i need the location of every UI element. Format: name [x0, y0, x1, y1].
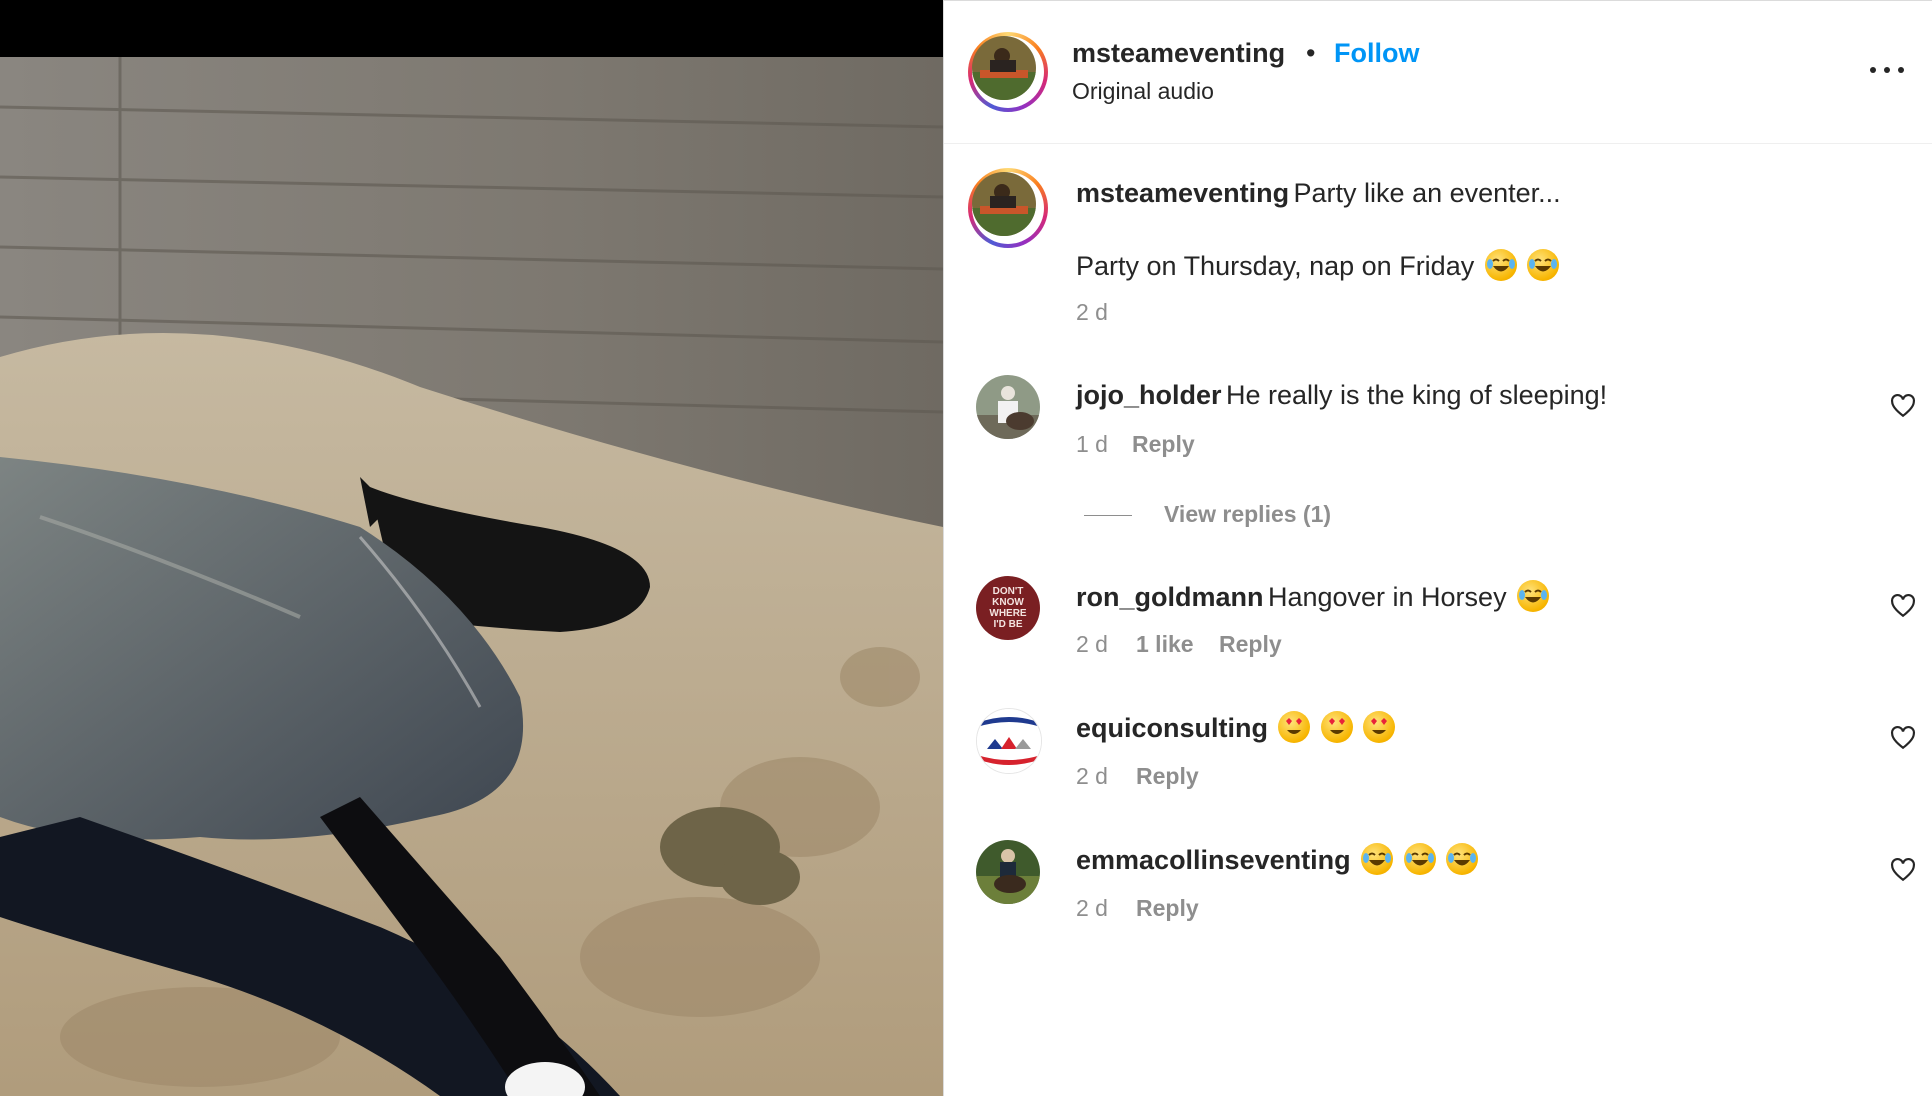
comment-text: He really is the king of sleeping! [1225, 380, 1608, 410]
heart-eyes-emoji-icon [1363, 711, 1396, 743]
caption-username[interactable]: msteameventing [1076, 178, 1289, 208]
caption-author-avatar[interactable] [968, 168, 1048, 248]
caption-text-line2: Party on Thursday, nap on Friday [1076, 251, 1475, 281]
audio-label[interactable]: Original audio [1072, 78, 1214, 105]
commenter-avatar[interactable] [976, 375, 1040, 439]
like-heart-icon[interactable] [1890, 393, 1916, 419]
post-header: msteameventing • Follow Original audio [944, 0, 1932, 144]
heart-eyes-emoji-icon [1320, 711, 1353, 743]
like-heart-icon[interactable] [1890, 593, 1916, 619]
view-replies-line [1084, 515, 1132, 516]
avatar-logo-text: DON'T KNOW WHERE I'D BE [989, 586, 1027, 630]
comment-username[interactable]: equiconsulting [1076, 713, 1268, 743]
tears-of-joy-emoji-icon [1484, 249, 1517, 281]
caption-timestamp[interactable]: 2 d [1076, 299, 1108, 326]
video-frame [0, 57, 943, 1096]
comment-time[interactable]: 2 d [1076, 763, 1108, 790]
commenter-avatar[interactable]: DON'T KNOW WHERE I'D BE [976, 576, 1040, 640]
comment-time[interactable]: 2 d [1076, 895, 1108, 922]
comment-username[interactable]: emmacollinseventing [1076, 845, 1351, 875]
commenter-avatar[interactable] [976, 708, 1042, 774]
comment-time[interactable]: 2 d [1076, 631, 1108, 658]
post-side-panel: msteameventing • Follow Original audio m… [944, 0, 1932, 1096]
reply-button[interactable]: Reply [1219, 631, 1282, 658]
view-replies-button[interactable]: View replies (1) [1164, 501, 1331, 528]
tears-of-joy-emoji-icon [1527, 249, 1560, 281]
author-avatar-image [972, 36, 1036, 100]
comment-username[interactable]: jojo_holder [1076, 380, 1222, 410]
heart-eyes-emoji-icon [1278, 711, 1311, 743]
commenter-avatar[interactable] [976, 840, 1040, 904]
header-separator: • [1306, 38, 1316, 68]
caption-avatar-image [972, 172, 1036, 236]
reply-button[interactable]: Reply [1136, 763, 1199, 790]
tears-of-joy-emoji-icon [1445, 843, 1478, 875]
author-avatar[interactable] [968, 32, 1048, 112]
author-username[interactable]: msteameventing [1072, 38, 1285, 69]
like-heart-icon[interactable] [1890, 725, 1916, 751]
comment-text: Hangover in Horsey [1267, 582, 1507, 612]
reply-button[interactable]: Reply [1132, 431, 1195, 458]
tears-of-joy-emoji-icon [1403, 843, 1436, 875]
video-player[interactable] [0, 0, 943, 1096]
comment-like-count[interactable]: 1 like [1136, 631, 1194, 658]
reply-button[interactable]: Reply [1136, 895, 1199, 922]
like-heart-icon[interactable] [1890, 857, 1916, 883]
tears-of-joy-emoji-icon [1517, 580, 1550, 612]
video-top-bar [0, 0, 943, 57]
caption-text-line1: Party like an eventer... [1293, 178, 1561, 208]
more-options-icon[interactable] [1870, 60, 1906, 80]
follow-button[interactable]: Follow [1334, 38, 1419, 69]
comment-time[interactable]: 1 d [1076, 431, 1108, 458]
tears-of-joy-emoji-icon [1361, 843, 1394, 875]
comment-username[interactable]: ron_goldmann [1076, 582, 1264, 612]
